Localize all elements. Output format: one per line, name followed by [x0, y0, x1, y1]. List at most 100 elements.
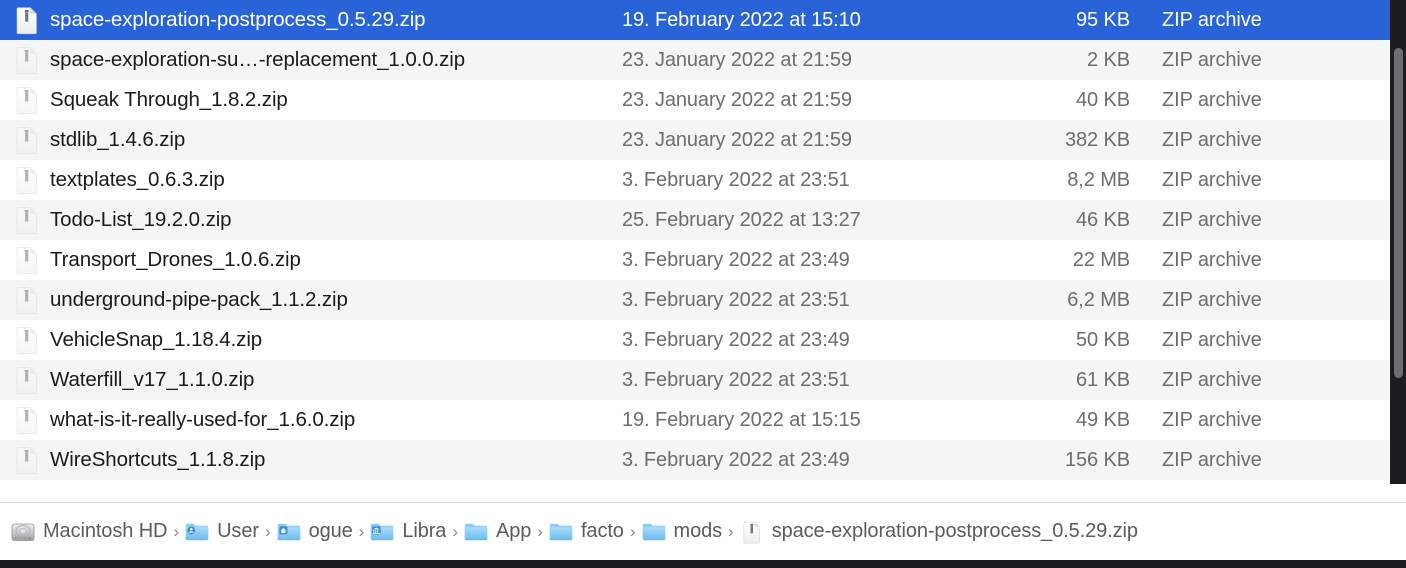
breadcrumb-item[interactable]: User	[184, 519, 259, 545]
file-date-modified: 3. February 2022 at 23:49	[622, 328, 850, 351]
file-row[interactable]: underground-pipe-pack_1.1.2.zip 3. Febru…	[0, 280, 1390, 320]
zip-archive-icon	[10, 243, 44, 277]
file-date-modified: 3. February 2022 at 23:51	[622, 368, 850, 391]
file-kind: ZIP archive	[1162, 248, 1262, 271]
file-date-modified: 19. February 2022 at 15:15	[622, 408, 861, 431]
file-name-cell: Todo-List_19.2.0.zip	[10, 203, 610, 237]
breadcrumb-item[interactable]: ogue	[276, 519, 353, 545]
library-folder-icon	[369, 519, 395, 545]
file-name-label: Transport_Drones_1.0.6.zip	[50, 248, 301, 271]
file-name-label: Squeak Through_1.8.2.zip	[50, 88, 288, 111]
file-name-cell: stdlib_1.4.6.zip	[10, 123, 610, 157]
file-size: 382 KB	[1064, 128, 1130, 151]
path-bar-breadcrumb[interactable]: Macintosh HD › User › ogue › Libra › App…	[0, 502, 1406, 560]
file-name-cell: what-is-it-really-used-for_1.6.0.zip	[10, 403, 610, 437]
zip-archive-icon	[10, 283, 44, 317]
file-size: 6,2 MB	[1067, 288, 1130, 311]
breadcrumb-separator-icon: ›	[629, 522, 636, 541]
file-row[interactable]: space-exploration-postprocess_0.5.29.zip…	[0, 0, 1390, 40]
file-row[interactable]: textplates_0.6.3.zip 3. February 2022 at…	[0, 160, 1390, 200]
breadcrumb-separator-icon: ›	[728, 522, 734, 541]
file-size: 61 KB	[1076, 368, 1130, 391]
file-size: 46 KB	[1076, 208, 1130, 231]
file-name-label: Waterfill_v17_1.1.0.zip	[50, 368, 255, 391]
file-row[interactable]: what-is-it-really-used-for_1.6.0.zip 19.…	[0, 400, 1390, 440]
file-date-modified: 3. February 2022 at 23:49	[622, 448, 850, 471]
breadcrumb-item[interactable]: facto	[548, 519, 624, 545]
file-kind: ZIP archive	[1162, 448, 1262, 471]
file-row[interactable]: Waterfill_v17_1.1.0.zip 3. February 2022…	[0, 360, 1390, 400]
file-name-label: Todo-List_19.2.0.zip	[50, 208, 232, 231]
breadcrumb-label: ogue	[308, 520, 353, 542]
file-name-cell: WireShortcuts_1.1.8.zip	[10, 443, 610, 477]
file-name-label: WireShortcuts_1.1.8.zip	[50, 448, 266, 471]
file-size: 8,2 MB	[1067, 168, 1130, 191]
breadcrumb-label: Macintosh HD	[43, 520, 168, 542]
file-date-modified: 3. February 2022 at 23:51	[622, 288, 850, 311]
file-kind: ZIP archive	[1162, 288, 1262, 311]
zip-archive-icon	[10, 323, 44, 357]
file-size: 50 KB	[1076, 328, 1130, 351]
file-date-modified: 25. February 2022 at 13:27	[622, 208, 861, 231]
breadcrumb-item[interactable]: mods	[641, 519, 722, 545]
window-bottom-edge	[0, 560, 1406, 568]
breadcrumb-separator-icon: ›	[358, 522, 365, 541]
file-size: 49 KB	[1076, 408, 1130, 431]
file-date-modified: 19. February 2022 at 15:10	[622, 8, 861, 31]
breadcrumb-item[interactable]: Libra	[369, 519, 446, 545]
folder-icon	[463, 519, 489, 545]
file-name-label: stdlib_1.4.6.zip	[50, 128, 186, 151]
file-row[interactable]: VehicleSnap_1.18.4.zip 3. February 2022 …	[0, 320, 1390, 360]
zip-archive-icon	[10, 3, 44, 37]
file-name-cell: Squeak Through_1.8.2.zip	[10, 83, 610, 117]
file-kind: ZIP archive	[1162, 208, 1262, 231]
vertical-scrollbar-thumb[interactable]	[1394, 48, 1403, 378]
file-name-cell: Waterfill_v17_1.1.0.zip	[10, 363, 610, 397]
users-folder-icon	[184, 519, 210, 545]
file-list[interactable]: space-exploration-postprocess_0.5.29.zip…	[0, 0, 1390, 484]
file-name-cell: space-exploration-postprocess_0.5.29.zip	[10, 3, 610, 37]
zip-archive-icon	[10, 203, 44, 237]
folder-icon	[548, 519, 574, 545]
file-kind: ZIP archive	[1162, 368, 1262, 391]
file-row[interactable]: space-exploration-su…-replacement_1.0.0.…	[0, 40, 1390, 80]
file-size: 156 KB	[1064, 448, 1130, 471]
zip-archive-icon	[10, 123, 44, 157]
breadcrumb-label: facto	[580, 520, 624, 542]
file-date-modified: 3. February 2022 at 23:51	[622, 168, 850, 191]
file-name-cell: textplates_0.6.3.zip	[10, 163, 610, 197]
zip-archive-icon	[10, 43, 44, 77]
file-name-cell: VehicleSnap_1.18.4.zip	[10, 323, 610, 357]
file-name-cell: Transport_Drones_1.0.6.zip	[10, 243, 610, 277]
file-date-modified: 23. January 2022 at 21:59	[622, 88, 852, 111]
file-row[interactable]: Transport_Drones_1.0.6.zip 3. February 2…	[0, 240, 1390, 280]
breadcrumb-item[interactable]: Macintosh HD	[10, 519, 167, 545]
file-kind: ZIP archive	[1162, 128, 1262, 151]
file-row[interactable]: Todo-List_19.2.0.zip 25. February 2022 a…	[0, 200, 1390, 240]
file-name-label: space-exploration-postprocess_0.5.29.zip	[50, 8, 426, 31]
vertical-scrollbar-track[interactable]	[1390, 0, 1406, 484]
file-kind: ZIP archive	[1162, 168, 1262, 191]
file-size: 40 KB	[1076, 88, 1130, 111]
breadcrumb-label: space-exploration-postprocess_0.5.29.zip	[771, 520, 1138, 542]
file-size: 22 MB	[1072, 248, 1130, 271]
breadcrumb-separator-icon: ›	[264, 522, 271, 541]
breadcrumb-separator-icon: ›	[452, 522, 458, 541]
file-name-label: what-is-it-really-used-for_1.6.0.zip	[50, 408, 356, 431]
zip-archive-icon	[10, 83, 44, 117]
file-name-cell: underground-pipe-pack_1.1.2.zip	[10, 283, 610, 317]
breadcrumb-item[interactable]: App	[463, 519, 531, 545]
file-row[interactable]: WireShortcuts_1.1.8.zip 3. February 2022…	[0, 440, 1390, 480]
file-kind: ZIP archive	[1162, 48, 1262, 71]
file-kind: ZIP archive	[1162, 8, 1262, 31]
breadcrumb-item[interactable]: space-exploration-postprocess_0.5.29.zip	[739, 519, 1138, 545]
file-row[interactable]: stdlib_1.4.6.zip 23. January 2022 at 21:…	[0, 120, 1390, 160]
file-kind: ZIP archive	[1162, 328, 1262, 351]
file-name-cell: space-exploration-su…-replacement_1.0.0.…	[10, 43, 610, 77]
file-name-label: VehicleSnap_1.18.4.zip	[50, 328, 263, 351]
zip-archive-icon	[10, 163, 44, 197]
hard-drive-icon	[10, 519, 36, 545]
breadcrumb-separator-icon: ›	[173, 522, 180, 541]
file-size: 95 KB	[1076, 8, 1130, 31]
file-row[interactable]: Squeak Through_1.8.2.zip 23. January 202…	[0, 80, 1390, 120]
